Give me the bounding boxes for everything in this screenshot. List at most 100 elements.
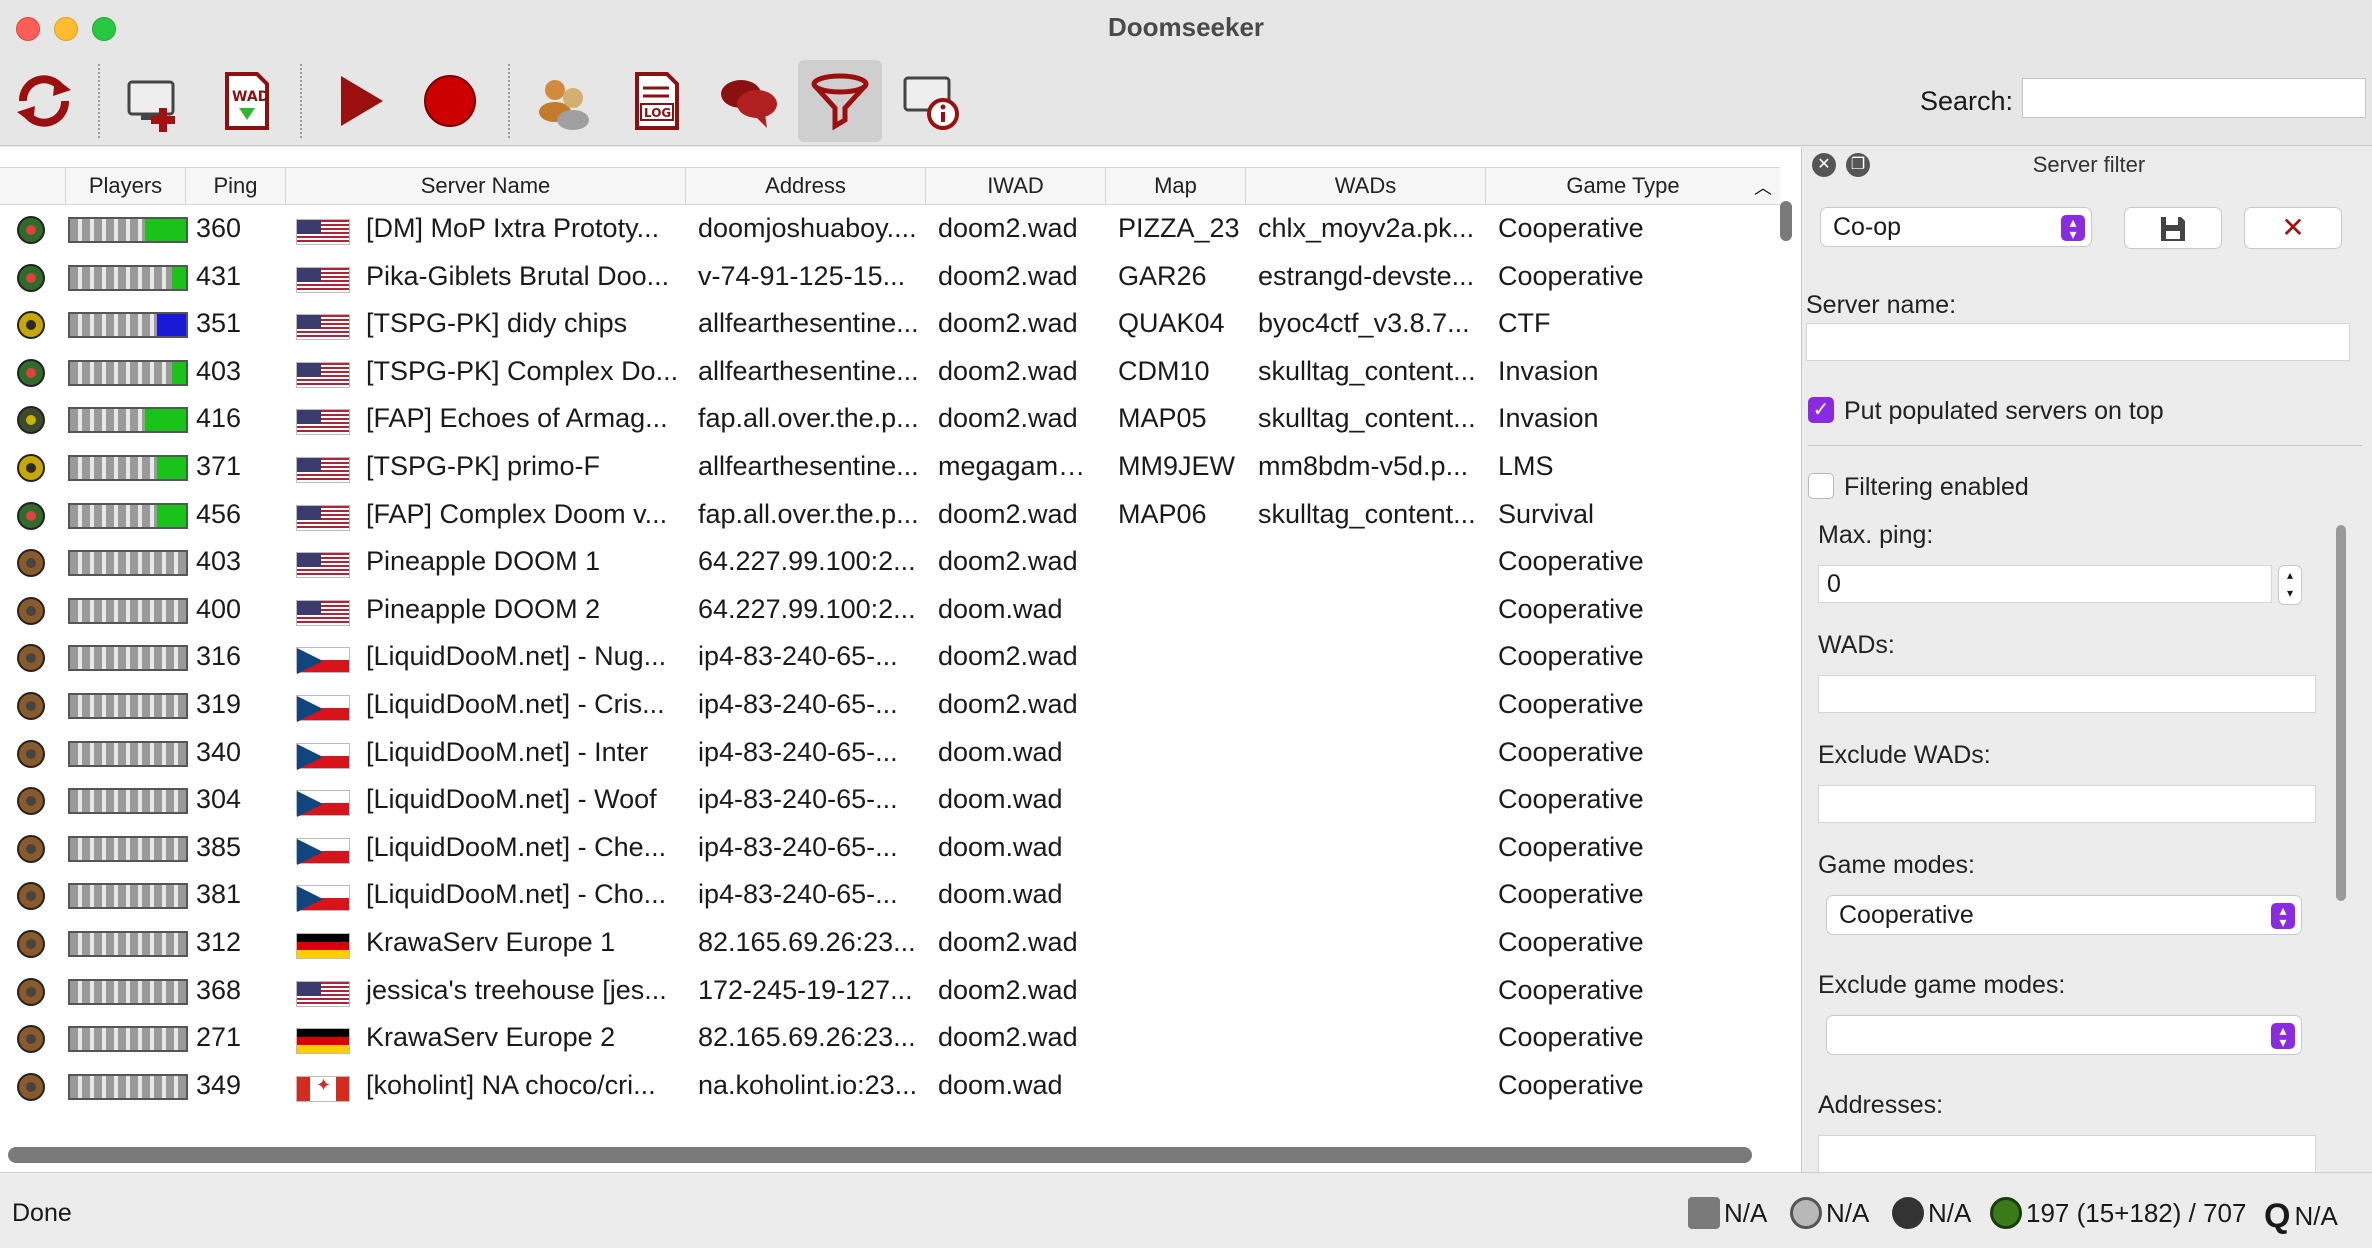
iwad-cell: megagame.... — [938, 451, 1100, 481]
table-row[interactable]: 271 KrawaServ Europe 2 82.165.69.26:23... d… — [0, 1014, 1780, 1062]
table-row[interactable]: 340 [LiquidDooM.net] - Inter ip4-83-240-65… — [0, 729, 1780, 777]
server-list[interactable]: Players Ping Server Name Address IWAD Ma… — [0, 147, 1802, 1172]
search-input[interactable] — [2022, 78, 2366, 118]
table-row[interactable]: 385 [LiquidDooM.net] - Che... ip4-83-240-6… — [0, 824, 1780, 872]
vertical-scroll-thumb[interactable] — [1780, 201, 1792, 241]
server-list-vertical-scrollbar[interactable] — [1776, 173, 1794, 1163]
refresh-button[interactable] — [2, 60, 86, 142]
address-cell: 64.227.99.100:2... — [698, 593, 916, 624]
wads-cell: skulltag_content... — [1258, 403, 1476, 434]
max-ping-input[interactable]: 0 — [1818, 565, 2272, 603]
table-row[interactable]: 381 [LiquidDooM.net] - Cho... ip4-83-240-6… — [0, 871, 1780, 919]
server-filter-button[interactable] — [798, 60, 882, 142]
column-iwad[interactable]: IWAD — [926, 168, 1106, 204]
exclude-wads-input[interactable] — [1818, 785, 2316, 823]
server-name-cell: [LiquidDooM.net] - Cris... — [366, 689, 665, 719]
buddies-button[interactable] — [522, 60, 606, 142]
players-bar-fill — [145, 219, 186, 241]
table-row[interactable]: 371 [TSPG-PK] primo-F allfearthesentine...… — [0, 443, 1780, 491]
addresses-input[interactable] — [1818, 1135, 2316, 1172]
save-icon — [2161, 217, 2185, 241]
irc-chat-button[interactable] — [706, 60, 790, 142]
ping-cell: 271 — [196, 1022, 242, 1053]
max-ping-label: Max. ping: — [1818, 521, 1934, 549]
engine-status-helmet[interactable]: N/A — [1790, 1197, 1869, 1229]
clear-filter-button[interactable]: ✕ — [2244, 207, 2342, 249]
filter-panel-title: Server filter — [2032, 152, 2146, 177]
players-bar — [68, 740, 188, 767]
game-modes-value: Cooperative — [1839, 901, 1974, 929]
table-row[interactable]: 368 jessica's treehouse [jes... 172-245-19… — [0, 967, 1780, 1015]
address-cell: ip4-83-240-65-... — [698, 641, 898, 672]
wads-cell: skulltag_content... — [1258, 498, 1476, 529]
max-ping-stepper[interactable]: ▴ ▾ — [2278, 565, 2302, 605]
address-cell: allfearthesentine... — [698, 355, 919, 386]
country-flag-icon — [296, 552, 350, 579]
wads-input[interactable] — [1818, 675, 2316, 713]
log-button[interactable]: LOG — [614, 60, 698, 142]
join-button[interactable] — [316, 60, 400, 142]
table-row[interactable]: 403 Pineapple DOOM 1 64.227.99.100:2... doo… — [0, 538, 1780, 586]
players-bar-fill — [157, 314, 186, 337]
column-server-name[interactable]: Server Name — [286, 168, 686, 204]
zandronum-icon — [1990, 1197, 2022, 1229]
server-status-icon — [17, 930, 45, 958]
column-wads[interactable]: WADs — [1246, 168, 1486, 204]
table-row[interactable]: 349 [koholint] NA choco/cri... na.koholint… — [0, 1062, 1780, 1110]
filtering-enabled-checkbox[interactable] — [1808, 473, 1834, 499]
wad-download-button[interactable]: WAD — [204, 60, 288, 142]
table-row[interactable]: 431 Pika-Giblets Brutal Doo... v-74-91-125… — [0, 253, 1780, 301]
server-name-input[interactable] — [1806, 323, 2350, 361]
table-row[interactable]: 416 [FAP] Echoes of Armag... fap.all.over.… — [0, 395, 1780, 443]
save-preset-button[interactable] — [2124, 207, 2222, 249]
ping-cell: 431 — [196, 260, 242, 291]
country-flag-icon — [296, 266, 350, 293]
populated-on-top-checkbox[interactable]: ✓ — [1808, 397, 1834, 423]
table-row[interactable]: 304 [LiquidDooM.net] - Woof ip4-83-240-65-… — [0, 776, 1780, 824]
column-address[interactable]: Address — [686, 168, 926, 204]
exclude-game-modes-select[interactable]: ▴ ▾ — [1826, 1015, 2302, 1055]
table-row[interactable]: 316 [LiquidDooM.net] - Nug... ip4-83-240-6… — [0, 633, 1780, 681]
table-row[interactable]: 360 [DM] MoP Ixtra Prototy... doomjoshuabo… — [0, 205, 1780, 253]
country-flag-icon — [296, 504, 350, 531]
engine-status-doom[interactable]: N/A — [1688, 1197, 1767, 1229]
create-server-button[interactable] — [112, 60, 196, 142]
country-flag-icon — [296, 695, 350, 722]
table-row[interactable]: 319 [LiquidDooM.net] - Cris... ip4-83-240-… — [0, 681, 1780, 729]
table-row[interactable]: 312 KrawaServ Europe 1 82.165.69.26:23... d… — [0, 919, 1780, 967]
address-cell: ip4-83-240-65-... — [698, 879, 898, 910]
players-bar — [68, 502, 188, 529]
table-row[interactable]: 400 Pineapple DOOM 2 64.227.99.100:2... doo… — [0, 586, 1780, 634]
address-cell: ip4-83-240-65-... — [698, 736, 898, 767]
column-status[interactable] — [0, 168, 66, 204]
column-ping[interactable]: Ping — [186, 168, 286, 204]
table-row[interactable]: 403 [TSPG-PK] Complex Do... allfearthesent… — [0, 348, 1780, 396]
refresh-icon — [17, 75, 71, 127]
record-demo-button[interactable] — [408, 60, 492, 142]
column-players[interactable]: Players — [66, 168, 186, 204]
table-row[interactable]: 456 [FAP] Complex Doom v... fap.all.over.t… — [0, 491, 1780, 539]
players-bar-fill — [172, 266, 186, 289]
engine-status-odamex[interactable]: N/A — [1892, 1197, 1971, 1229]
filter-scroll-thumb[interactable] — [2336, 525, 2346, 901]
populated-on-top-label: Put populated servers on top — [1844, 397, 2164, 425]
game-type-cell: Cooperative — [1498, 260, 1644, 291]
column-game-type[interactable]: Game Type — [1486, 168, 1760, 204]
country-flag-icon — [296, 647, 350, 675]
filter-preset-select[interactable]: Co-op ▴ ▾ — [1820, 207, 2092, 247]
engine-status-q[interactable]: Q N/A — [2264, 1197, 2338, 1236]
table-row[interactable]: 351 [TSPG-PK] didy chips allfearthesentine… — [0, 300, 1780, 348]
wads-cell: byoc4ctf_v3.8.7... — [1258, 308, 1470, 339]
players-bar — [68, 1073, 188, 1100]
filter-panel-scrollbar[interactable] — [2334, 525, 2348, 903]
engine-status-zandronum[interactable]: 197 (15+182) / 707 — [1990, 1197, 2246, 1229]
players-bar-fill — [172, 361, 186, 384]
server-list-horizontal-scrollbar[interactable] — [8, 1147, 1752, 1163]
players-bar — [68, 407, 188, 434]
column-map[interactable]: Map — [1106, 168, 1246, 204]
ping-cell: 368 — [196, 974, 242, 1005]
country-flag-icon — [296, 457, 350, 483]
server-details-button[interactable] — [890, 60, 974, 142]
iwad-cell: doom.wad — [938, 1069, 1063, 1100]
game-modes-select[interactable]: Cooperative ▴ ▾ — [1826, 895, 2302, 935]
